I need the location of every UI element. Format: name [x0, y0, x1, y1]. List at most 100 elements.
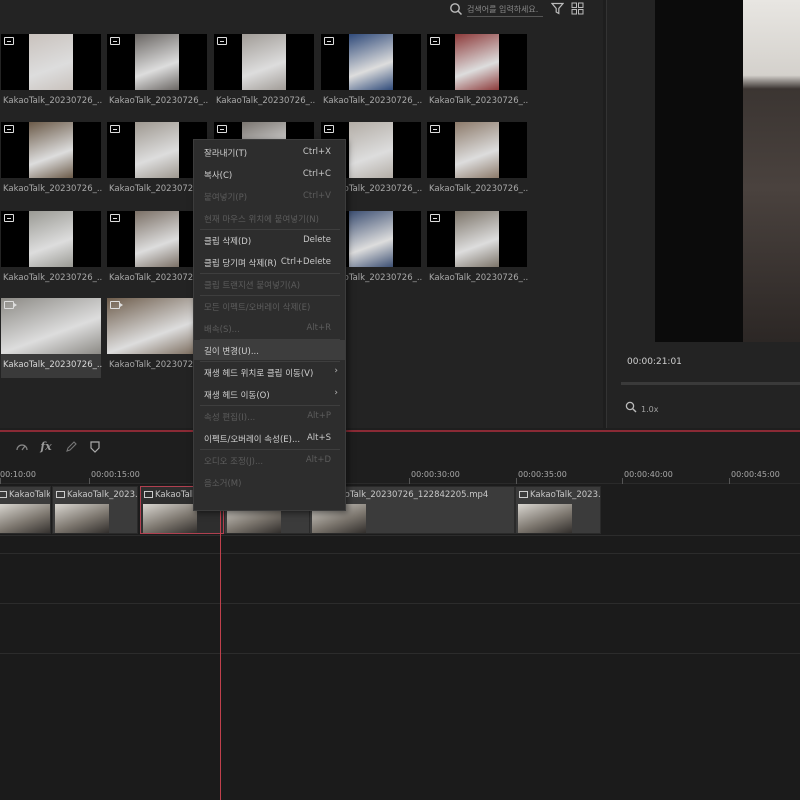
video-track[interactable]: KakaoTalk_202... KakaoTalk_2023... KakaoTa… — [0, 484, 800, 536]
menu-item-label: 클립 트랜지션 붙여넣기(A) — [204, 281, 301, 291]
image-icon — [110, 214, 120, 222]
zoom-level[interactable]: 1.0x — [641, 405, 658, 414]
thumbnail-image — [349, 211, 393, 267]
image-icon — [110, 125, 120, 133]
pen-icon[interactable] — [64, 440, 78, 454]
clip-name: KakaoTalk_20230726_... — [429, 96, 529, 106]
media-clip[interactable]: KakaoTalk_20230726_... — [427, 122, 529, 202]
ruler-label: 00:00:15:00 — [91, 470, 140, 479]
menu-item[interactable]: 길이 변경(U)... — [194, 340, 345, 360]
context-menu: 잘라내기(T) Ctrl+X 복사(C) Ctrl+C 붙여넣기(P) Ctrl+V 현재 … — [193, 139, 346, 511]
timeline-ruler[interactable]: 00:10:00 00:00:15:00 00:00:30:00 00:00:35:0… — [0, 462, 800, 484]
menu-item[interactable]: 클립 삭제(D) Delete — [194, 230, 345, 250]
preview-screen — [655, 0, 800, 342]
clip-thumbnail — [427, 34, 527, 90]
timeline-clip[interactable]: KakaoTalk_2023... — [515, 486, 601, 534]
media-clip[interactable]: KakaoTalk_20230726_... — [107, 298, 209, 378]
image-icon — [217, 125, 227, 133]
clip-thumbnail — [1, 122, 101, 178]
menu-item-label: 재생 헤드 위치로 클립 이동(V) — [204, 369, 314, 379]
timeline-clip-label: KakaoTalk — [155, 490, 198, 500]
media-clip[interactable]: KakaoTalk_20230726_... — [1, 34, 103, 114]
timeline-clip-thumbnail — [143, 504, 197, 533]
clip-thumbnail — [321, 34, 421, 90]
menu-item-label: 클립 삭제(D) — [204, 237, 252, 247]
image-icon — [324, 37, 334, 45]
clip-type-icon — [0, 491, 7, 498]
menu-item: 오디오 조정(J)... Alt+D — [194, 450, 345, 470]
menu-item: 모든 이펙트/오버레이 삭제(E) — [194, 296, 345, 316]
media-clip[interactable]: KakaoTalk_20230726_... — [107, 34, 209, 114]
filter-icon[interactable] — [551, 2, 564, 15]
image-icon — [430, 37, 440, 45]
menu-item-label: 이펙트/오버레이 속성(E)... — [204, 435, 301, 445]
video-icon — [4, 301, 17, 309]
clip-thumbnail — [107, 122, 207, 178]
menu-item[interactable]: 재생 헤드 이동(O) › — [194, 384, 345, 404]
media-clip[interactable]: KakaoTalk_20230726_... — [427, 34, 529, 114]
timeline-clip-label: KakaoTalk_202... — [9, 490, 51, 500]
timeline-clip-thumbnail — [518, 504, 572, 533]
menu-item[interactable]: 클립 당기며 삭제(R) Ctrl+Delete — [194, 252, 345, 272]
menu-item: 현재 마우스 위치에 붙여넣기(N) — [194, 208, 345, 228]
media-clip[interactable]: KakaoTalk_20230726_... — [321, 34, 423, 114]
image-icon — [110, 37, 120, 45]
menu-item-label: 모든 이펙트/오버레이 삭제(E) — [204, 303, 311, 313]
menu-item[interactable]: 복사(C) Ctrl+C — [194, 164, 345, 184]
preview-frame-image — [743, 0, 800, 342]
media-clip[interactable]: KakaoTalk_20230726_... — [1, 211, 103, 291]
zoom-icon[interactable] — [625, 401, 637, 413]
menu-item-label: 복사(C) — [204, 171, 233, 181]
menu-item-label: 잘라내기(T) — [204, 149, 248, 159]
shield-icon[interactable] — [88, 440, 102, 454]
menu-item[interactable]: 이펙트/오버레이 속성(E)... Alt+S — [194, 428, 345, 448]
timeline-clip-thumbnail — [0, 504, 50, 533]
clip-name: KakaoTalk_20230726_... — [3, 184, 103, 194]
media-clip[interactable]: KakaoTalk_20230726_... — [107, 211, 209, 291]
thumbnail-image — [135, 122, 179, 178]
search-icon[interactable] — [449, 2, 463, 16]
menu-item-label: 길이 변경(U)... — [204, 347, 259, 357]
timeline-clip-thumbnail — [55, 504, 109, 533]
grid-view-icon[interactable] — [571, 2, 584, 15]
search-input[interactable] — [467, 3, 543, 17]
menu-item-shortcut: Ctrl+Delete — [280, 257, 331, 267]
clip-name: KakaoTalk_20230726_... — [429, 184, 529, 194]
media-clip[interactable]: KakaoTalk_20230726_... — [214, 34, 316, 114]
fx-icon[interactable]: fx — [39, 440, 53, 454]
preview-panel: 00:00:21:01 1.0x — [606, 0, 800, 428]
clip-thumbnail — [107, 298, 207, 354]
clip-thumbnail — [107, 34, 207, 90]
menu-item: 클립 트랜지션 붙여넣기(A) — [194, 274, 345, 294]
thumbnail-image — [135, 34, 179, 90]
thumbnail-image — [455, 211, 499, 267]
track-lane[interactable] — [0, 604, 800, 654]
menu-item[interactable]: 잘라내기(T) Ctrl+X — [194, 142, 345, 162]
menu-item-label: 클립 당기며 삭제(R) — [204, 259, 277, 269]
timeline-clip-label: KakaoTalk_2023... — [530, 490, 601, 500]
timeline-clip[interactable]: KakaoTalk_2023... — [52, 486, 138, 534]
menu-item-shortcut: Alt+D — [305, 455, 331, 465]
image-icon — [4, 125, 14, 133]
ruler-label: 00:00:40:00 — [624, 470, 673, 479]
timeline-clip[interactable]: KakaoTalk_202... — [0, 486, 51, 534]
preview-seek-bar[interactable] — [621, 382, 800, 385]
media-clip[interactable]: KakaoTalk_20230726_... — [1, 298, 103, 378]
menu-item-label: 붙여넣기(P) — [204, 193, 248, 203]
clip-name: KakaoTalk_20230726_... — [323, 96, 423, 106]
menu-item[interactable]: 재생 헤드 위치로 클립 이동(V) › — [194, 362, 345, 382]
clip-thumbnail — [427, 122, 527, 178]
speed-icon[interactable] — [15, 440, 29, 454]
thumbnail-image — [135, 211, 179, 267]
clip-type-icon — [56, 491, 65, 498]
timeline-panel: fx 00:10:00 00:00:15:00 00:00:30:00 00:00:3… — [0, 430, 800, 800]
video-icon — [110, 301, 123, 309]
clip-name: KakaoTalk_20230726_... — [3, 96, 103, 106]
track-lane[interactable] — [0, 554, 800, 604]
track-lane[interactable] — [0, 536, 800, 554]
media-clip[interactable]: KakaoTalk_20230726_... — [107, 122, 209, 202]
image-icon — [430, 214, 440, 222]
media-clip[interactable]: KakaoTalk_20230726_... — [1, 122, 103, 202]
thumbnail-image — [349, 122, 393, 178]
media-clip[interactable]: KakaoTalk_20230726_... — [427, 211, 529, 291]
